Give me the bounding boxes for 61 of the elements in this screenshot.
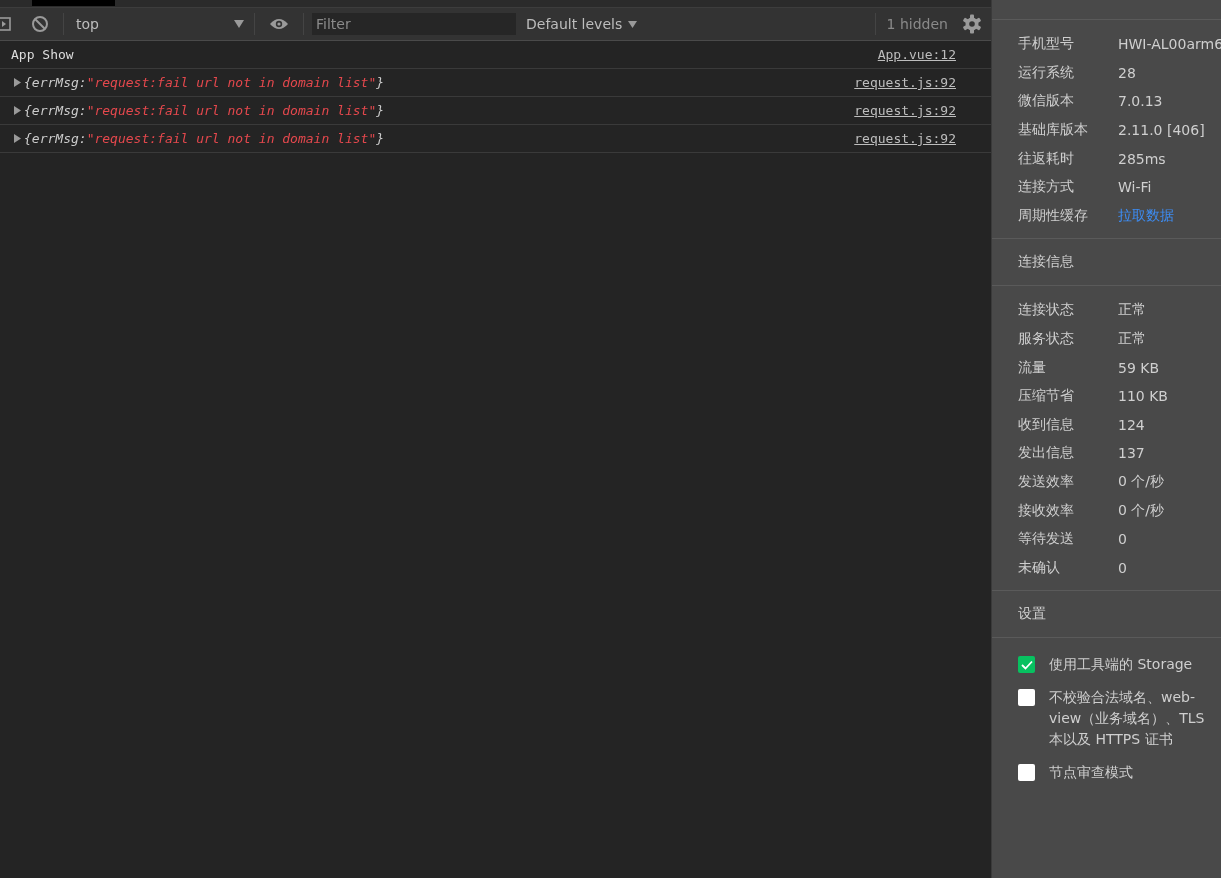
section-title: 设置 <box>1018 605 1046 624</box>
info-label: 发出信息 <box>1018 444 1075 463</box>
source-link[interactable]: App.vue:12 <box>877 47 956 62</box>
info-label: 基础库版本 <box>1018 121 1089 140</box>
caret-icon <box>234 20 244 28</box>
info-label: 连接状态 <box>1018 301 1075 320</box>
section-title: 连接信息 <box>1018 253 1074 272</box>
info-label: 发送效率 <box>1018 473 1075 491</box>
expand-arrow-icon[interactable] <box>13 106 21 115</box>
log-message: App Show <box>11 47 74 62</box>
info-label: 运行系统 <box>1018 63 1075 82</box>
info-value: 0 <box>1118 559 1127 576</box>
info-label: 周期性缓存 <box>1018 206 1089 225</box>
source-link[interactable]: request.js:92 <box>854 75 956 90</box>
info-value: 28 <box>1118 64 1136 81</box>
info-value: 2.11.0 [406] <box>1118 122 1205 139</box>
expand-arrow-icon[interactable] <box>13 134 21 143</box>
info-value: 124 <box>1118 416 1145 433</box>
info-label: 微信版本 <box>1018 92 1075 111</box>
info-value: 137 <box>1118 445 1145 462</box>
checkbox[interactable] <box>1018 689 1035 707</box>
error-object[interactable]: {errMsg:"request:fail url not in domain list"} <box>24 75 385 90</box>
info-value: 59 KB <box>1118 359 1160 376</box>
info-value: 正常 <box>1118 301 1146 320</box>
source-link[interactable]: request.js:92 <box>854 103 956 118</box>
info-value: 285ms <box>1118 150 1166 167</box>
option-label: 使用工具端的 Storage <box>1049 655 1193 675</box>
checkbox[interactable] <box>1018 656 1035 674</box>
info-value: 7.0.13 <box>1118 93 1163 110</box>
filter-field[interactable]: Filter <box>312 13 516 35</box>
info-label: 连接方式 <box>1018 178 1075 197</box>
info-label: 收到信息 <box>1018 415 1075 434</box>
info-label: 等待发送 <box>1018 530 1075 549</box>
info-label: 压缩节省 <box>1018 387 1075 406</box>
eye-icon[interactable] <box>269 17 289 31</box>
levels-dropdown[interactable]: Default levels <box>526 16 638 32</box>
info-value: 正常 <box>1118 330 1146 349</box>
option-label: 不校验合法域名、web- view（业务域名）、TLS 本以及 HTTPS 证书 <box>1049 688 1205 750</box>
option-label: 节点审查模式 <box>1049 763 1133 783</box>
info-label: 接收效率 <box>1018 501 1075 520</box>
info-label: 服务状态 <box>1018 330 1075 349</box>
info-label: 流量 <box>1018 358 1047 377</box>
settings-icon[interactable] <box>962 14 982 34</box>
info-value: 0 <box>1118 531 1127 548</box>
caret-icon <box>628 20 638 28</box>
info-value: 0 个/秒 <box>1118 473 1165 491</box>
error-object[interactable]: {errMsg:"request:fail url not in domain list"} <box>24 131 385 146</box>
context-dropdown[interactable]: top <box>64 16 254 32</box>
checkbox[interactable] <box>1018 764 1035 782</box>
info-value: 0 个/秒 <box>1118 501 1165 520</box>
hidden-count: 1 hidden <box>886 16 948 32</box>
sidebar-toggle-icon[interactable] <box>0 16 12 32</box>
error-object[interactable]: {errMsg:"request:fail url not in domain list"} <box>24 103 385 118</box>
info-label: 往返耗时 <box>1018 149 1075 168</box>
info-label: 手机型号 <box>1018 35 1075 54</box>
expand-arrow-icon[interactable] <box>13 78 21 87</box>
info-value: Wi-Fi <box>1118 179 1152 196</box>
source-link[interactable]: request.js:92 <box>854 131 956 146</box>
clear-icon[interactable] <box>31 15 49 33</box>
info-value: 110 KB <box>1118 388 1168 405</box>
info-label: 未确认 <box>1018 558 1061 577</box>
